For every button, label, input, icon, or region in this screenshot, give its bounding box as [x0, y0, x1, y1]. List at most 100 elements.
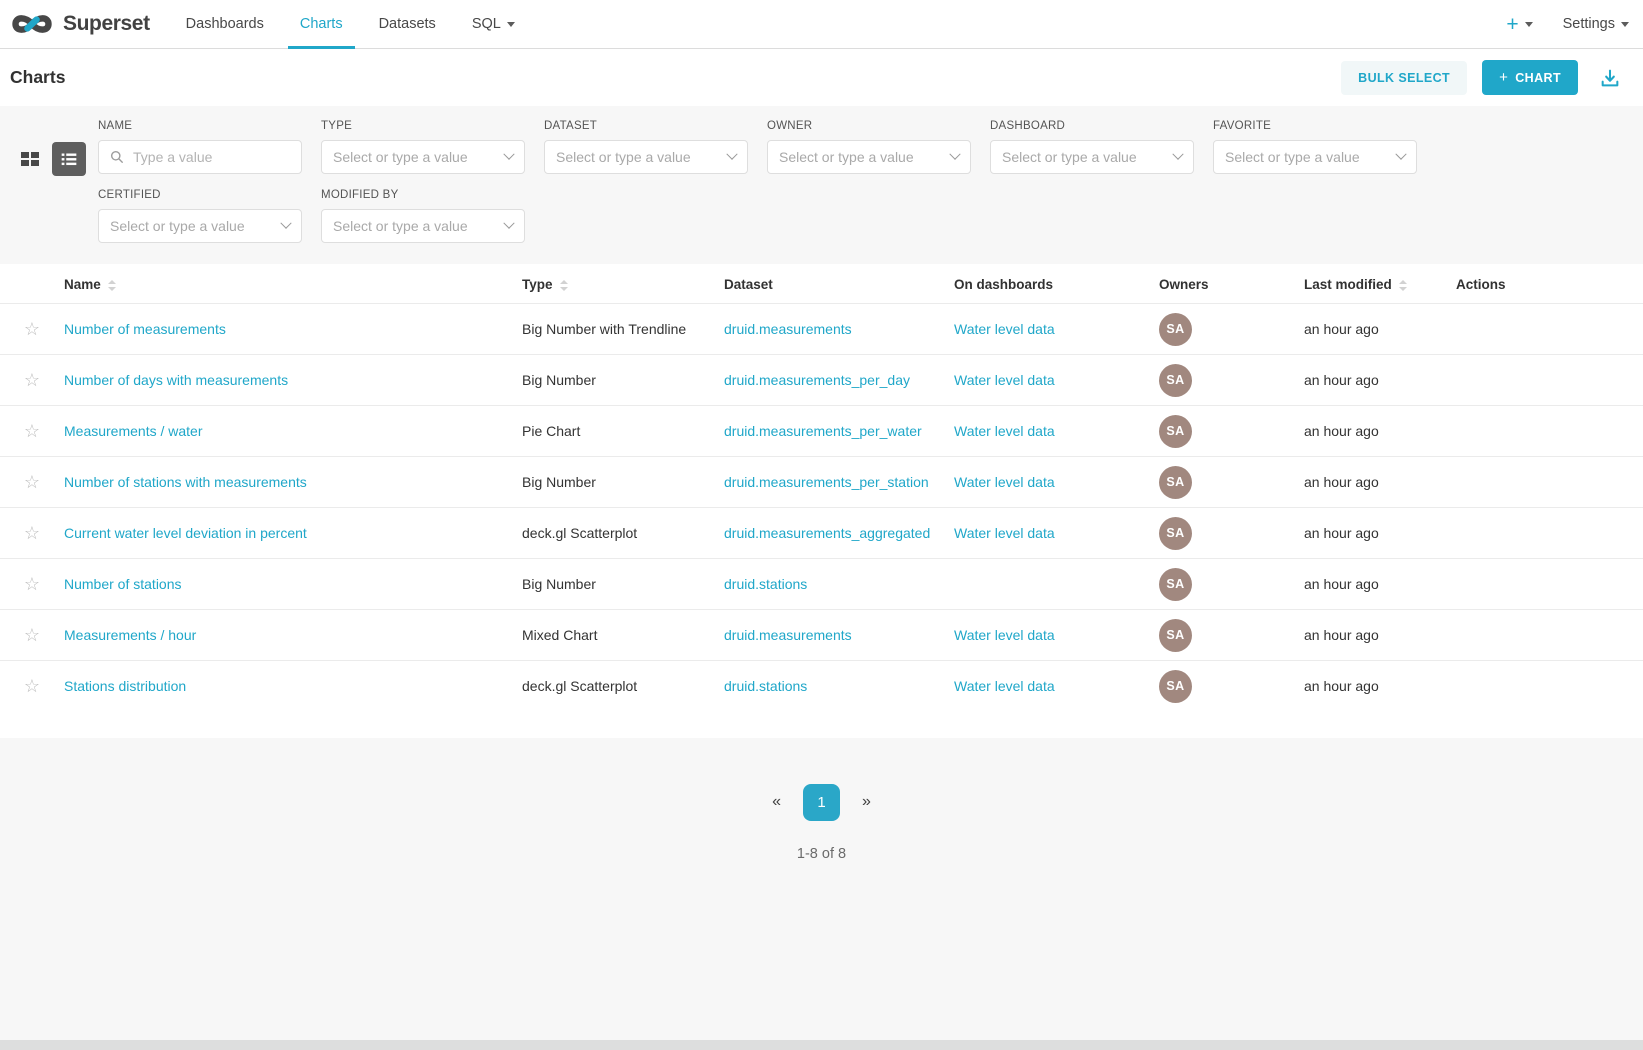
favorite-star-icon[interactable]: ☆ [24, 472, 40, 492]
chart-name-link[interactable]: Current water level deviation in percent [64, 525, 307, 541]
favorite-star-icon[interactable]: ☆ [24, 574, 40, 594]
filter-select[interactable]: Select or type a value [767, 140, 971, 174]
previous-page-button[interactable]: « [768, 793, 785, 811]
table-row: ☆ Number of days with measurements Big N… [0, 355, 1643, 406]
horizontal-scrollbar[interactable] [0, 1040, 1643, 1050]
select-placeholder: Select or type a value [556, 149, 722, 165]
owner-avatar[interactable]: SA [1159, 670, 1192, 703]
sort-icon[interactable] [560, 280, 568, 291]
nav-item-sql[interactable]: SQL [454, 0, 533, 48]
table-header-row: Name Type Dataset On dashboards Owners L… [0, 264, 1643, 304]
column-header-owners: Owners [1159, 264, 1304, 304]
export-button[interactable] [1597, 65, 1623, 91]
column-header-name[interactable]: Name [64, 264, 522, 304]
chart-name-link[interactable]: Stations distribution [64, 678, 186, 694]
owner-avatar[interactable]: SA [1159, 619, 1192, 652]
filter-select[interactable]: Select or type a value [321, 209, 525, 243]
settings-menu[interactable]: Settings [1563, 16, 1629, 32]
table-row: ☆ Number of measurements Big Number with… [0, 304, 1643, 355]
filter-select[interactable]: Select or type a value [321, 140, 525, 174]
filter-label: DATASET [544, 120, 748, 132]
main-nav: Dashboards Charts Datasets SQL [168, 0, 533, 48]
nav-item-dashboards[interactable]: Dashboards [168, 0, 282, 48]
caret-down-icon [1621, 22, 1629, 27]
owner-avatar[interactable]: SA [1159, 364, 1192, 397]
list-view-icon[interactable] [52, 142, 86, 176]
nav-item-datasets[interactable]: Datasets [361, 0, 454, 48]
dataset-link[interactable]: druid.measurements_aggregated [724, 525, 930, 541]
dataset-link[interactable]: druid.measurements_per_water [724, 423, 922, 439]
actions-cell [1456, 661, 1643, 712]
dataset-link[interactable]: druid.measurements_per_day [724, 372, 910, 388]
filter-select[interactable]: Select or type a value [544, 140, 748, 174]
bulk-select-button[interactable]: BULK SELECT [1341, 61, 1467, 95]
dataset-link[interactable]: druid.stations [724, 678, 807, 694]
table-row: ☆ Measurements / hour Mixed Chart druid.… [0, 610, 1643, 661]
favorite-star-icon[interactable]: ☆ [24, 676, 40, 696]
owner-avatar[interactable]: SA [1159, 313, 1192, 346]
nav-item-charts[interactable]: Charts [282, 0, 361, 48]
table-row: ☆ Measurements / water Pie Chart druid.m… [0, 406, 1643, 457]
chart-type: Big Number with Trendline [522, 321, 686, 337]
owner-avatar[interactable]: SA [1159, 517, 1192, 550]
favorite-star-icon[interactable]: ☆ [24, 523, 40, 543]
owner-avatar[interactable]: SA [1159, 466, 1192, 499]
card-view-icon[interactable] [14, 143, 46, 175]
dashboard-link[interactable]: Water level data [954, 474, 1055, 490]
filter-group: MODIFIED BY Select or type a value [321, 189, 525, 243]
filter-label: OWNER [767, 120, 971, 132]
chart-name-link[interactable]: Measurements / water [64, 423, 203, 439]
owner-avatar[interactable]: SA [1159, 415, 1192, 448]
chart-type: deck.gl Scatterplot [522, 678, 637, 694]
chart-name-link[interactable]: Number of stations with measurements [64, 474, 307, 490]
dashboard-link[interactable]: Water level data [954, 627, 1055, 643]
dataset-link[interactable]: druid.measurements_per_station [724, 474, 929, 490]
new-chart-button[interactable]: + CHART [1482, 60, 1578, 95]
dashboard-link[interactable]: Water level data [954, 423, 1055, 439]
chart-name-link[interactable]: Measurements / hour [64, 627, 196, 643]
dashboard-link[interactable]: Water level data [954, 372, 1055, 388]
filter-select[interactable]: Select or type a value [98, 209, 302, 243]
charts-table: Name Type Dataset On dashboards Owners L… [0, 264, 1643, 712]
select-placeholder: Select or type a value [333, 218, 499, 234]
favorite-star-icon[interactable]: ☆ [24, 319, 40, 339]
new-item-menu[interactable]: + [1506, 14, 1532, 35]
chart-name-link[interactable]: Number of measurements [64, 321, 226, 337]
favorite-star-icon[interactable]: ☆ [24, 625, 40, 645]
chart-name-link[interactable]: Number of days with measurements [64, 372, 288, 388]
superset-logo[interactable]: Superset [10, 11, 150, 37]
page-1-button[interactable]: 1 [803, 784, 840, 821]
next-page-button[interactable]: » [858, 793, 875, 811]
sort-icon[interactable] [108, 280, 116, 291]
dashboard-link[interactable]: Water level data [954, 321, 1055, 337]
sort-icon[interactable] [1399, 280, 1407, 291]
column-header-modified[interactable]: Last modified [1304, 264, 1456, 304]
owner-avatar[interactable]: SA [1159, 568, 1192, 601]
actions-cell [1456, 559, 1643, 610]
filter-select[interactable]: Select or type a value [1213, 140, 1417, 174]
filter-label: NAME [98, 120, 302, 132]
dashboard-link[interactable]: Water level data [954, 525, 1055, 541]
filter-group: DATASET Select or type a value [544, 120, 748, 174]
filter-label: TYPE [321, 120, 525, 132]
dataset-link[interactable]: druid.stations [724, 576, 807, 592]
favorite-star-icon[interactable]: ☆ [24, 421, 40, 441]
charts-table-card: Name Type Dataset On dashboards Owners L… [0, 264, 1643, 738]
chevron-down-icon [1395, 149, 1406, 160]
pager: « 1 » [768, 784, 875, 821]
search-input[interactable] [131, 148, 290, 166]
last-modified: an hour ago [1304, 321, 1379, 337]
name-filter-box[interactable] [98, 140, 302, 174]
favorite-star-icon[interactable]: ☆ [24, 370, 40, 390]
table-row: ☆ Number of stations with measurements B… [0, 457, 1643, 508]
dataset-link[interactable]: druid.measurements [724, 627, 852, 643]
filter-label: CERTIFIED [98, 189, 302, 201]
last-modified: an hour ago [1304, 678, 1379, 694]
filter-group: DASHBOARD Select or type a value [990, 120, 1194, 174]
dashboard-link[interactable]: Water level data [954, 678, 1055, 694]
column-header-type[interactable]: Type [522, 264, 724, 304]
filter-row: CERTIFIED Select or type a value MODIFIE… [98, 189, 1625, 243]
filter-select[interactable]: Select or type a value [990, 140, 1194, 174]
dataset-link[interactable]: druid.measurements [724, 321, 852, 337]
chart-name-link[interactable]: Number of stations [64, 576, 182, 592]
